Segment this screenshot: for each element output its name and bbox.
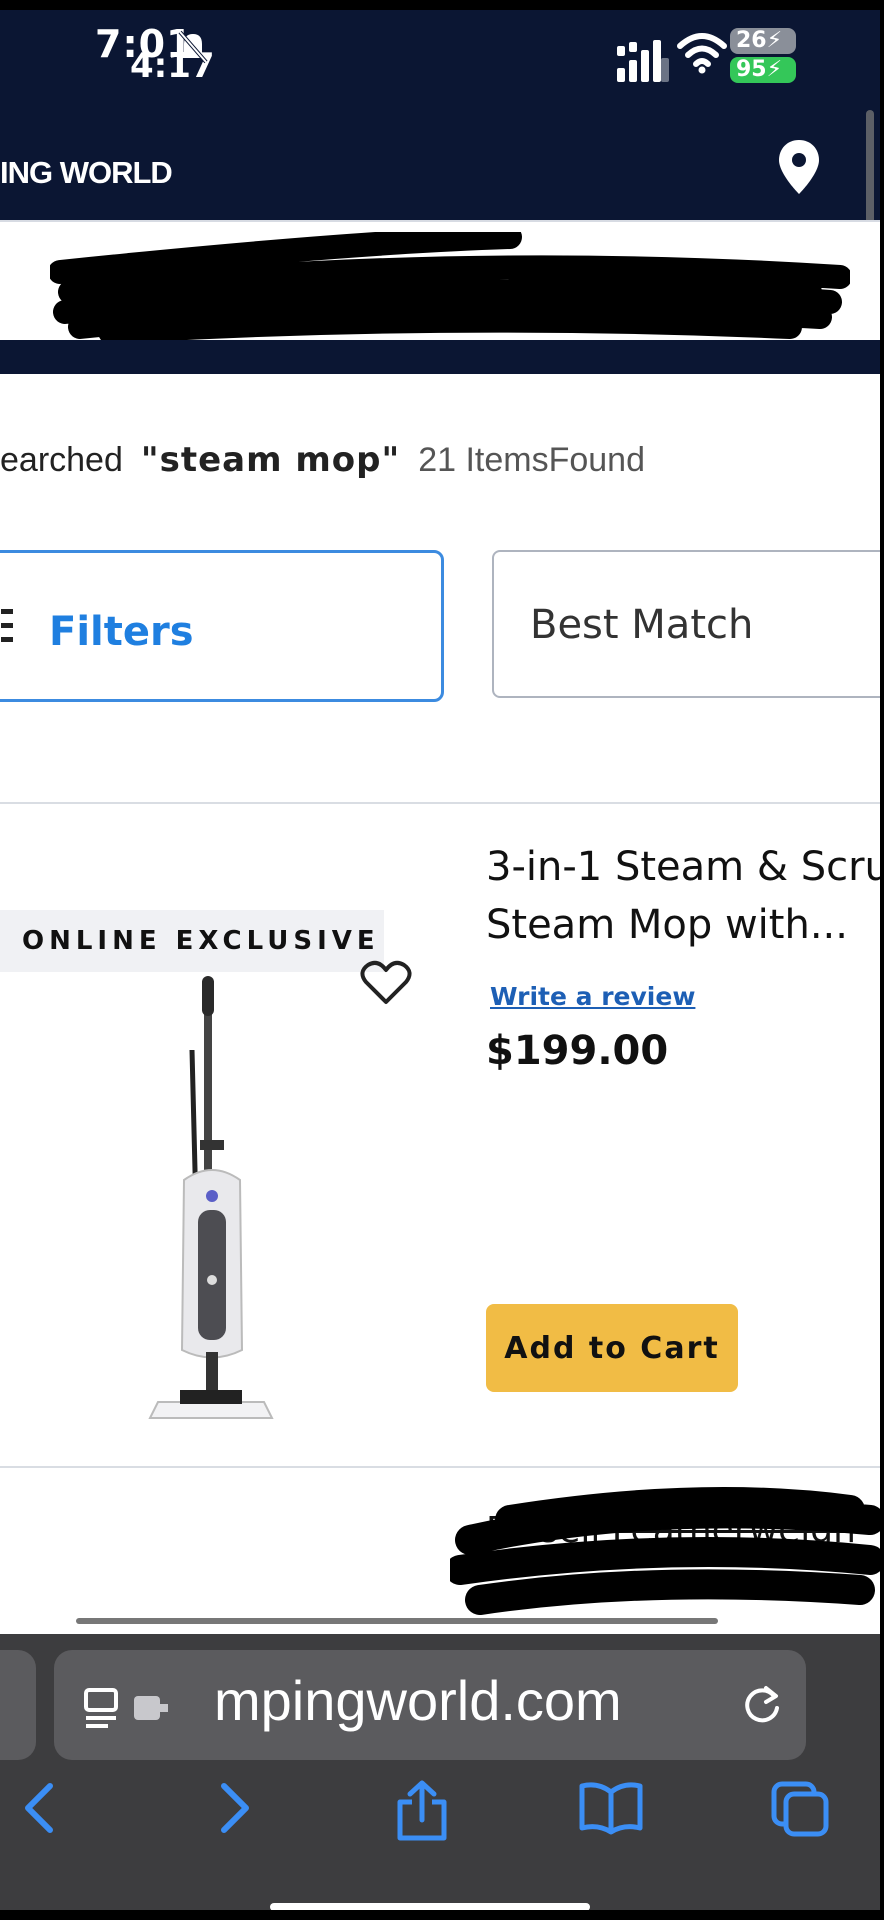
share-icon[interactable] [394,1780,450,1842]
cellular-signal-icon [617,40,669,82]
product-title[interactable]: 3-in-1 Steam & Scrub Steam Mop with... [486,838,880,954]
wishlist-heart-icon[interactable] [360,960,412,1006]
address-bar[interactable]: mpingworld.com [54,1650,806,1760]
home-indicator[interactable] [270,1903,590,1910]
url-text: mpingworld.com [214,1669,622,1732]
reload-icon[interactable] [740,1682,784,1728]
search-summary: earched "steam mop" 21 ItemsFound [0,440,645,480]
product-title-line-1: 3-in-1 Steam & Scrub [486,844,880,890]
redaction-scribble [450,1487,880,1615]
screen: 7:01 4:17 26⚡ 95⚡ ING WORLD earched "ste… [0,10,880,1910]
header-stripe [0,340,880,374]
filters-button[interactable]: Filters [0,550,444,702]
battery-level-b: 95⚡ [730,57,796,83]
search-query: "steam mop" [140,440,401,480]
product-image[interactable] [140,970,290,1430]
sort-selected-value: Best Match [530,602,754,648]
site-logo[interactable]: ING WORLD [0,155,173,191]
silent-bell-icon [178,30,208,64]
tabs-icon[interactable] [770,1780,830,1838]
result-count: 21 ItemsFound [418,441,645,479]
previous-tab-edge[interactable] [0,1650,36,1760]
write-review-link[interactable]: Write a review [490,982,695,1011]
forward-arrow-icon[interactable] [214,1780,254,1836]
bookmarks-icon[interactable] [578,1780,644,1836]
divider [0,1466,880,1468]
product-price: $199.00 [486,1028,669,1074]
wifi-icon [677,33,727,74]
search-summary-prefix: earched [0,441,123,479]
divider [0,802,880,804]
online-exclusive-badge: ONLINE EXCLUSIVE [0,910,384,972]
horizontal-scroll-indicator [76,1618,718,1624]
site-header: 7:01 4:17 26⚡ 95⚡ ING WORLD [0,10,880,220]
product-title-line-2: Steam Mop with... [486,902,848,948]
search-input[interactable] [0,220,880,344]
battery-indicator: 26⚡ 95⚡ [730,28,796,86]
filter-lines-icon [1,609,13,642]
back-arrow-icon[interactable] [20,1780,60,1836]
redaction-scribble [50,232,850,342]
sort-dropdown[interactable]: Best Match [492,550,880,698]
battery-level-a: 26⚡ [730,28,796,54]
page-settings-icon[interactable] [84,1686,184,1730]
store-location-icon[interactable] [776,138,822,196]
add-to-cart-button[interactable]: Add to Cart [486,1304,738,1392]
filters-label: Filters [49,609,194,655]
